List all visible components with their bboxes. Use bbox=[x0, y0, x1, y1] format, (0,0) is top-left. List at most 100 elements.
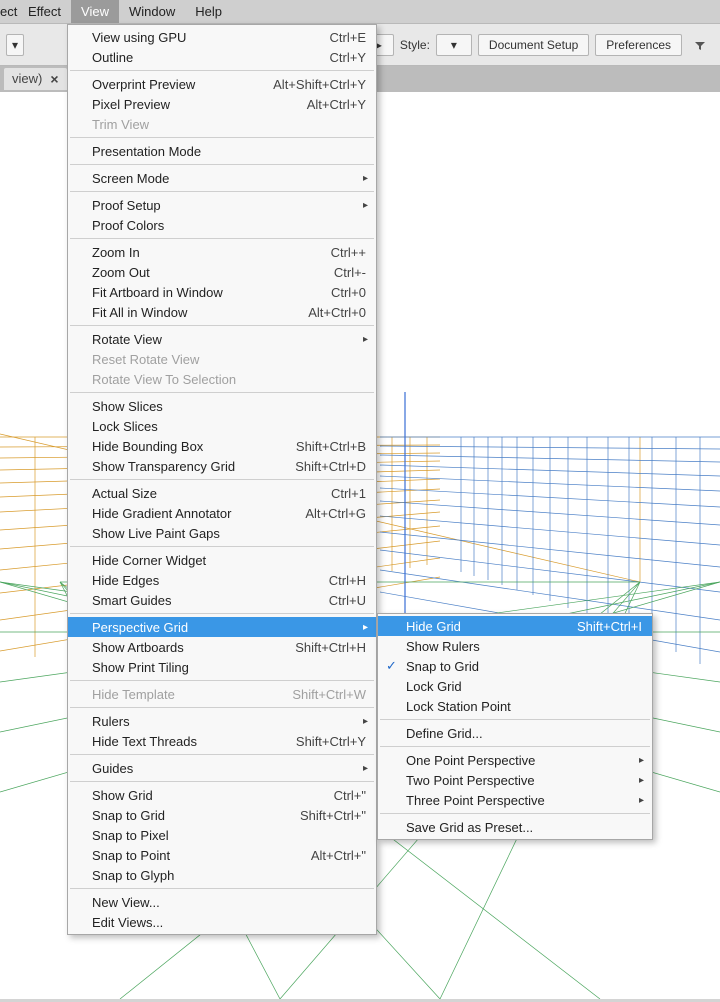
perspective-submenu-item[interactable]: Lock Station Point bbox=[378, 696, 652, 716]
menu-item-shortcut: Shift+Ctrl+W bbox=[292, 687, 366, 702]
view-menu-item[interactable]: Lock Slices bbox=[68, 416, 376, 436]
check-icon: ✓ bbox=[386, 658, 397, 674]
menubar-item-view[interactable]: View bbox=[71, 0, 119, 23]
menu-item-label: Perspective Grid bbox=[92, 620, 366, 635]
menu-separator bbox=[70, 888, 374, 889]
view-menu-item[interactable]: Snap to Glyph bbox=[68, 865, 376, 885]
perspective-grid-submenu[interactable]: Hide GridShift+Ctrl+IShow Rulers ✓ Snap to… bbox=[377, 613, 653, 840]
toolbar-style-dropdown[interactable]: ▾ bbox=[436, 34, 472, 56]
menu-item-label: Hide Text Threads bbox=[92, 734, 296, 749]
menubar-item-window[interactable]: Window bbox=[119, 0, 185, 23]
view-menu-item: Reset Rotate View bbox=[68, 349, 376, 369]
view-menu-item[interactable]: Show Print Tiling bbox=[68, 657, 376, 677]
menu-item-shortcut: Shift+Ctrl+D bbox=[295, 459, 366, 474]
close-icon[interactable]: × bbox=[50, 68, 58, 90]
menu-item-label: Show Print Tiling bbox=[92, 660, 366, 675]
view-menu-item[interactable]: Edit Views... bbox=[68, 912, 376, 932]
menu-separator bbox=[70, 392, 374, 393]
menu-item-shortcut: Shift+Ctrl+I bbox=[577, 619, 642, 634]
perspective-submenu-item[interactable]: Hide GridShift+Ctrl+I bbox=[378, 616, 652, 636]
view-menu-item[interactable]: Zoom OutCtrl+- bbox=[68, 262, 376, 282]
view-menu-item[interactable]: Hide Gradient AnnotatorAlt+Ctrl+G bbox=[68, 503, 376, 523]
view-menu-item[interactable]: Proof Setup bbox=[68, 195, 376, 215]
menubar-item-effect[interactable]: Effect bbox=[18, 0, 71, 23]
document-tab[interactable]: view) × bbox=[4, 68, 67, 90]
view-menu-item[interactable]: Perspective Grid bbox=[68, 617, 376, 637]
menu-item-label: Zoom In bbox=[92, 245, 331, 260]
view-menu-item[interactable]: Fit All in WindowAlt+Ctrl+0 bbox=[68, 302, 376, 322]
view-menu-item[interactable]: Rulers bbox=[68, 711, 376, 731]
perspective-submenu-item[interactable]: Three Point Perspective bbox=[378, 790, 652, 810]
document-setup-button[interactable]: Document Setup bbox=[478, 34, 589, 56]
view-menu-item[interactable]: Show Transparency GridShift+Ctrl+D bbox=[68, 456, 376, 476]
menu-item-shortcut: Alt+Ctrl+0 bbox=[308, 305, 366, 320]
menu-item-label: Snap to Grid bbox=[406, 659, 642, 674]
menu-item-label: Edit Views... bbox=[92, 915, 366, 930]
perspective-submenu-item[interactable]: Lock Grid bbox=[378, 676, 652, 696]
menu-item-label: Rotate View bbox=[92, 332, 366, 347]
menu-separator bbox=[70, 191, 374, 192]
menu-item-label: Save Grid as Preset... bbox=[406, 820, 642, 835]
menu-separator bbox=[70, 479, 374, 480]
view-menu-item[interactable]: Actual SizeCtrl+1 bbox=[68, 483, 376, 503]
menu-item-label: Fit Artboard in Window bbox=[92, 285, 331, 300]
view-menu-item[interactable]: Proof Colors bbox=[68, 215, 376, 235]
view-menu-item[interactable]: Snap to PointAlt+Ctrl+" bbox=[68, 845, 376, 865]
menu-item-label: Smart Guides bbox=[92, 593, 329, 608]
toolbar-dropdown[interactable]: ▾ bbox=[6, 34, 24, 56]
menu-item-label: Hide Corner Widget bbox=[92, 553, 366, 568]
menu-item-shortcut: Ctrl+E bbox=[330, 30, 366, 45]
view-menu-item[interactable]: Screen Mode bbox=[68, 168, 376, 188]
view-menu-item[interactable]: Rotate View bbox=[68, 329, 376, 349]
menu-item-label: Snap to Point bbox=[92, 848, 311, 863]
menu-item-shortcut: Alt+Shift+Ctrl+Y bbox=[273, 77, 366, 92]
perspective-submenu-item[interactable]: ✓ Snap to Grid bbox=[378, 656, 652, 676]
perspective-submenu-item[interactable]: Two Point Perspective bbox=[378, 770, 652, 790]
menu-separator bbox=[380, 746, 650, 747]
perspective-submenu-item[interactable]: Show Rulers bbox=[378, 636, 652, 656]
menu-item-label: Two Point Perspective bbox=[406, 773, 642, 788]
view-menu-dropdown[interactable]: View using GPUCtrl+EOutlineCtrl+Y Overpri… bbox=[67, 24, 377, 935]
perspective-submenu-item[interactable]: One Point Perspective bbox=[378, 750, 652, 770]
perspective-submenu-item[interactable]: Save Grid as Preset... bbox=[378, 817, 652, 837]
view-menu-item[interactable]: Zoom InCtrl++ bbox=[68, 242, 376, 262]
view-menu-item[interactable]: Snap to GridShift+Ctrl+" bbox=[68, 805, 376, 825]
view-menu-item[interactable]: Show GridCtrl+" bbox=[68, 785, 376, 805]
view-menu-item[interactable]: Show ArtboardsShift+Ctrl+H bbox=[68, 637, 376, 657]
menu-item-shortcut: Shift+Ctrl+H bbox=[295, 640, 366, 655]
menubar-item-help[interactable]: Help bbox=[185, 0, 232, 23]
menubar-item-ect[interactable]: ect bbox=[0, 0, 18, 23]
view-menu-item[interactable]: Hide Bounding BoxShift+Ctrl+B bbox=[68, 436, 376, 456]
view-menu-item[interactable]: Show Live Paint Gaps bbox=[68, 523, 376, 543]
menu-item-shortcut: Ctrl+0 bbox=[331, 285, 366, 300]
pin-icon[interactable] bbox=[688, 36, 714, 54]
menu-item-label: Zoom Out bbox=[92, 265, 334, 280]
menu-separator bbox=[70, 680, 374, 681]
view-menu-item[interactable]: Hide EdgesCtrl+H bbox=[68, 570, 376, 590]
view-menu-item[interactable]: New View... bbox=[68, 892, 376, 912]
view-menu-item[interactable]: Hide Corner Widget bbox=[68, 550, 376, 570]
preferences-button[interactable]: Preferences bbox=[595, 34, 682, 56]
view-menu-item[interactable]: Fit Artboard in WindowCtrl+0 bbox=[68, 282, 376, 302]
menu-separator bbox=[380, 719, 650, 720]
view-menu-item[interactable]: Overprint PreviewAlt+Shift+Ctrl+Y bbox=[68, 74, 376, 94]
view-menu-item[interactable]: Pixel PreviewAlt+Ctrl+Y bbox=[68, 94, 376, 114]
view-menu-item[interactable]: Presentation Mode bbox=[68, 141, 376, 161]
view-menu-item[interactable]: OutlineCtrl+Y bbox=[68, 47, 376, 67]
menu-item-shortcut: Alt+Ctrl+Y bbox=[307, 97, 366, 112]
menu-item-label: Three Point Perspective bbox=[406, 793, 642, 808]
view-menu-item[interactable]: Smart GuidesCtrl+U bbox=[68, 590, 376, 610]
view-menu-item[interactable]: Snap to Pixel bbox=[68, 825, 376, 845]
view-menu-item[interactable]: Guides bbox=[68, 758, 376, 778]
perspective-submenu-item[interactable]: Define Grid... bbox=[378, 723, 652, 743]
menu-item-shortcut: Shift+Ctrl+" bbox=[300, 808, 366, 823]
menu-item-label: Trim View bbox=[92, 117, 366, 132]
menu-item-label: Snap to Glyph bbox=[92, 868, 366, 883]
menubar[interactable]: ect Effect View Window Help bbox=[0, 0, 720, 24]
menu-item-shortcut: Ctrl+H bbox=[329, 573, 366, 588]
menu-item-label: Show Transparency Grid bbox=[92, 459, 295, 474]
menu-separator bbox=[70, 754, 374, 755]
view-menu-item[interactable]: Hide Text ThreadsShift+Ctrl+Y bbox=[68, 731, 376, 751]
view-menu-item[interactable]: Show Slices bbox=[68, 396, 376, 416]
view-menu-item[interactable]: View using GPUCtrl+E bbox=[68, 27, 376, 47]
